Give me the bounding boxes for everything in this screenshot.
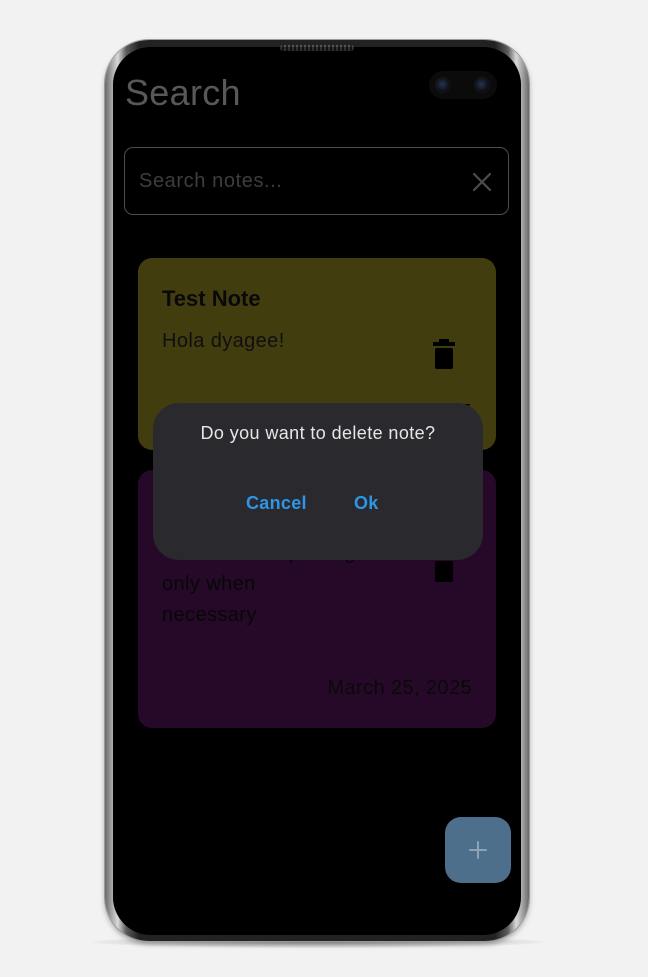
dialog-message: Do you want to delete note? bbox=[200, 423, 436, 443]
cancel-button[interactable]: Cancel bbox=[246, 493, 307, 514]
plus-icon bbox=[469, 841, 487, 859]
ok-button[interactable]: Ok bbox=[354, 493, 379, 514]
add-note-button[interactable] bbox=[445, 817, 511, 883]
delete-confirm-dialog: Do you want to delete note? Cancel Ok bbox=[153, 403, 483, 560]
